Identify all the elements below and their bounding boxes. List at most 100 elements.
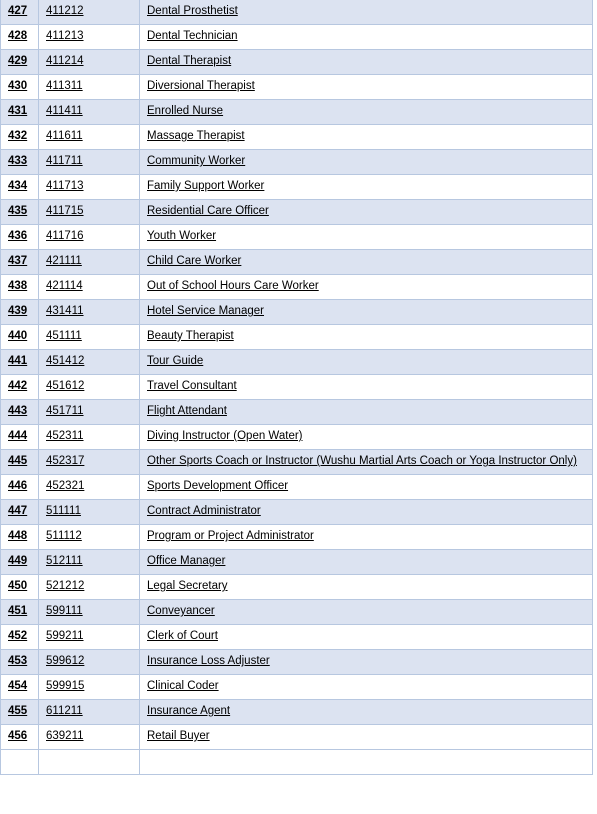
table-row[interactable]: 431 411411 Enrolled Nurse <box>0 99 593 125</box>
table-row[interactable]: 450 521212 Legal Secretary <box>0 574 593 600</box>
occupation-name-cell[interactable]: Dental Therapist <box>139 49 593 75</box>
row-index-cell[interactable]: 435 <box>0 199 39 225</box>
occupation-name-cell[interactable]: Massage Therapist <box>139 124 593 150</box>
table-row[interactable]: 442 451612 Travel Consultant <box>0 374 593 400</box>
occupation-code-cell[interactable]: 411213 <box>38 24 140 50</box>
occupation-code-cell[interactable] <box>38 749 140 775</box>
occupation-code-cell[interactable]: 512111 <box>38 549 140 575</box>
occupation-name-cell[interactable]: Tour Guide <box>139 349 593 375</box>
row-index-cell[interactable]: 439 <box>0 299 39 325</box>
table-row[interactable]: 436 411716 Youth Worker <box>0 224 593 250</box>
table-row[interactable]: 429 411214 Dental Therapist <box>0 49 593 75</box>
occupation-name-cell[interactable]: Diversional Therapist <box>139 74 593 100</box>
row-index-cell[interactable]: 430 <box>0 74 39 100</box>
occupation-name-cell[interactable]: Sports Development Officer <box>139 474 593 500</box>
row-index-cell[interactable]: 428 <box>0 24 39 50</box>
table-row[interactable]: 451 599111 Conveyancer <box>0 599 593 625</box>
occupation-code-cell[interactable]: 451711 <box>38 399 140 425</box>
table-row[interactable]: 453 599612 Insurance Loss Adjuster <box>0 649 593 675</box>
table-row[interactable]: 448 511112 Program or Project Administrato… <box>0 524 593 550</box>
row-index-cell[interactable]: 446 <box>0 474 39 500</box>
table-row[interactable]: 445 452317 Other Sports Coach or Instructo… <box>0 449 593 475</box>
occupation-name-cell[interactable]: Flight Attendant <box>139 399 593 425</box>
occupation-code-cell[interactable]: 421111 <box>38 249 140 275</box>
row-index-cell[interactable]: 451 <box>0 599 39 625</box>
table-row[interactable]: 439 431411 Hotel Service Manager <box>0 299 593 325</box>
occupation-code-cell[interactable]: 599111 <box>38 599 140 625</box>
table-row[interactable]: 441 451412 Tour Guide <box>0 349 593 375</box>
table-row[interactable]: 440 451111 Beauty Therapist <box>0 324 593 350</box>
occupation-code-cell[interactable]: 611211 <box>38 699 140 725</box>
occupation-code-cell[interactable]: 411611 <box>38 124 140 150</box>
row-index-cell[interactable]: 438 <box>0 274 39 300</box>
row-index-cell[interactable]: 432 <box>0 124 39 150</box>
row-index-cell[interactable]: 429 <box>0 49 39 75</box>
table-row[interactable]: 447 511111 Contract Administrator <box>0 499 593 525</box>
table-row[interactable]: 438 421114 Out of School Hours Care Worker <box>0 274 593 300</box>
occupation-code-cell[interactable]: 521212 <box>38 574 140 600</box>
occupation-name-cell[interactable]: Child Care Worker <box>139 249 593 275</box>
occupation-code-cell[interactable]: 451612 <box>38 374 140 400</box>
occupation-name-cell[interactable]: Family Support Worker <box>139 174 593 200</box>
occupation-code-cell[interactable]: 411411 <box>38 99 140 125</box>
row-index-cell[interactable]: 437 <box>0 249 39 275</box>
row-index-cell[interactable]: 453 <box>0 649 39 675</box>
occupation-name-cell[interactable]: Out of School Hours Care Worker <box>139 274 593 300</box>
table-row[interactable]: 430 411311 Diversional Therapist <box>0 74 593 100</box>
occupation-code-cell[interactable]: 511111 <box>38 499 140 525</box>
table-row[interactable]: 435 411715 Residential Care Officer <box>0 199 593 225</box>
table-row[interactable]: 446 452321 Sports Development Officer <box>0 474 593 500</box>
row-index-cell[interactable]: 443 <box>0 399 39 425</box>
table-row[interactable]: 454 599915 Clinical Coder <box>0 674 593 700</box>
table-row[interactable]: 433 411711 Community Worker <box>0 149 593 175</box>
row-index-cell[interactable]: 434 <box>0 174 39 200</box>
row-index-cell[interactable]: 441 <box>0 349 39 375</box>
occupation-code-cell[interactable]: 411716 <box>38 224 140 250</box>
occupation-code-cell[interactable]: 599915 <box>38 674 140 700</box>
occupation-code-cell[interactable]: 639211 <box>38 724 140 750</box>
row-index-cell[interactable]: 448 <box>0 524 39 550</box>
row-index-cell[interactable]: 444 <box>0 424 39 450</box>
occupation-code-cell[interactable]: 411311 <box>38 74 140 100</box>
row-index-cell[interactable]: 440 <box>0 324 39 350</box>
table-row[interactable]: 427 411212 Dental Prosthetist <box>0 0 593 25</box>
occupation-name-cell[interactable]: Beauty Therapist <box>139 324 593 350</box>
occupation-code-cell[interactable]: 452311 <box>38 424 140 450</box>
occupation-name-cell[interactable]: Dental Technician <box>139 24 593 50</box>
row-index-cell[interactable]: 456 <box>0 724 39 750</box>
occupation-name-cell[interactable]: Clinical Coder <box>139 674 593 700</box>
table-row[interactable]: 452 599211 Clerk of Court <box>0 624 593 650</box>
occupation-code-cell[interactable]: 431411 <box>38 299 140 325</box>
row-index-cell[interactable]: 450 <box>0 574 39 600</box>
occupation-name-cell[interactable]: Conveyancer <box>139 599 593 625</box>
table-viewport[interactable]: 427 411212 Dental Prosthetist 428 411213 Dent… <box>0 0 597 814</box>
table-row[interactable]: 434 411713 Family Support Worker <box>0 174 593 200</box>
table-row[interactable]: 449 512111 Office Manager <box>0 549 593 575</box>
occupation-name-cell[interactable]: Other Sports Coach or Instructor (Wushu … <box>139 449 593 475</box>
occupation-name-cell[interactable]: Retail Buyer <box>139 724 593 750</box>
occupation-name-cell[interactable] <box>139 749 593 775</box>
occupation-name-cell[interactable]: Hotel Service Manager <box>139 299 593 325</box>
row-index-cell[interactable]: 442 <box>0 374 39 400</box>
occupation-name-cell[interactable]: Travel Consultant <box>139 374 593 400</box>
row-index-cell[interactable]: 433 <box>0 149 39 175</box>
table-row[interactable]: 443 451711 Flight Attendant <box>0 399 593 425</box>
table-row[interactable]: 456 639211 Retail Buyer <box>0 724 593 750</box>
row-index-cell[interactable]: 452 <box>0 624 39 650</box>
occupation-code-cell[interactable]: 411713 <box>38 174 140 200</box>
occupation-name-cell[interactable]: Legal Secretary <box>139 574 593 600</box>
row-index-cell[interactable] <box>0 749 39 775</box>
occupation-name-cell[interactable]: Program or Project Administrator <box>139 524 593 550</box>
occupation-name-cell[interactable]: Community Worker <box>139 149 593 175</box>
table-row[interactable]: 428 411213 Dental Technician <box>0 24 593 50</box>
occupation-code-cell[interactable]: 452321 <box>38 474 140 500</box>
table-row-partial[interactable] <box>0 749 593 775</box>
row-index-cell[interactable]: 431 <box>0 99 39 125</box>
table-row[interactable]: 432 411611 Massage Therapist <box>0 124 593 150</box>
table-row[interactable]: 444 452311 Diving Instructor (Open Water) <box>0 424 593 450</box>
occupation-name-cell[interactable]: Enrolled Nurse <box>139 99 593 125</box>
row-index-cell[interactable]: 436 <box>0 224 39 250</box>
occupation-name-cell[interactable]: Office Manager <box>139 549 593 575</box>
row-index-cell[interactable]: 449 <box>0 549 39 575</box>
occupation-name-cell[interactable]: Insurance Loss Adjuster <box>139 649 593 675</box>
